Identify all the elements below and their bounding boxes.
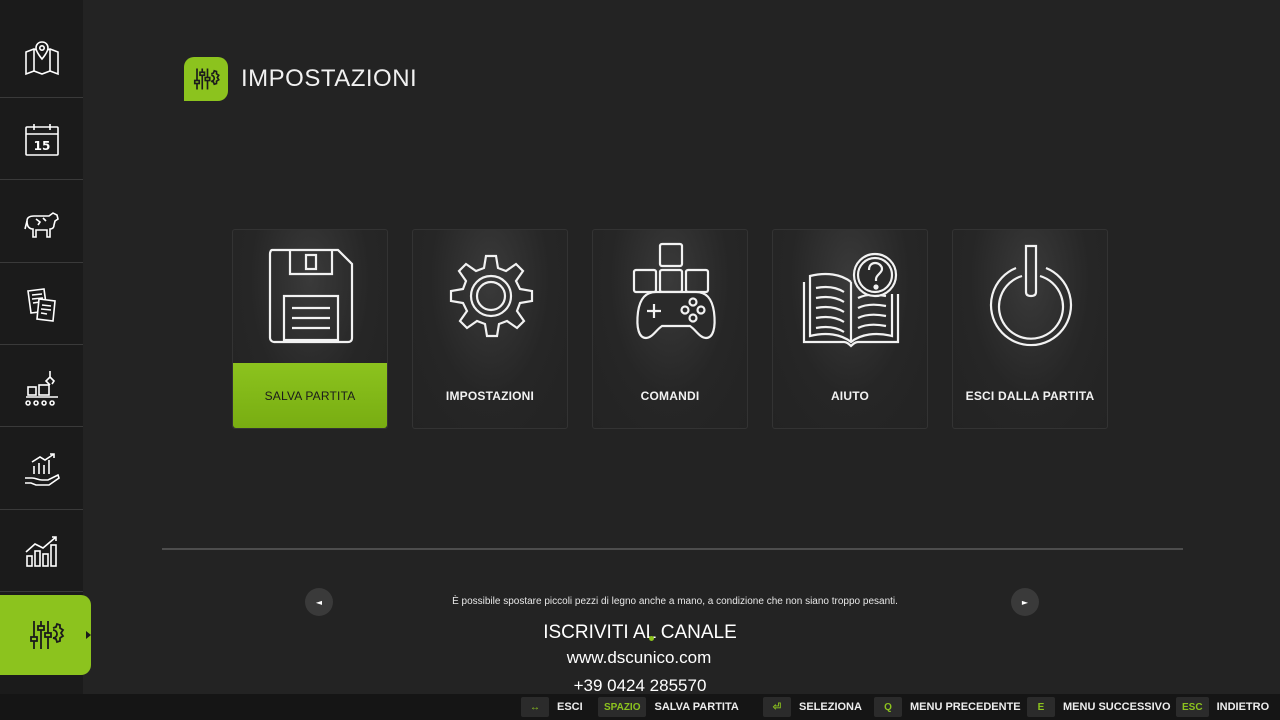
menu-card-controls[interactable]: COMANDI — [592, 229, 748, 429]
sidebar-item-statistics[interactable] — [0, 512, 83, 592]
map-pin-icon — [24, 40, 59, 75]
page-title: IMPOSTAZIONI — [241, 65, 418, 92]
overlay-phone-text: +39 0424 285570 — [573, 676, 707, 695]
key-badge: ↔ — [521, 697, 549, 717]
menu-card-save-game[interactable]: SALVA PARTITA — [232, 229, 388, 429]
settings-sliders-icon — [29, 621, 64, 649]
sidebar-item-finances[interactable] — [0, 430, 83, 510]
card-icon-wrap — [413, 242, 569, 352]
overlay-subscribe-text: ISCRIVITI AL CANALE — [543, 622, 737, 643]
active-indicator-arrow — [86, 631, 91, 639]
help-book-icon — [802, 252, 900, 348]
hint-label: MENU SUCCESSIVO — [1063, 701, 1171, 713]
sidebar-item-contracts[interactable] — [0, 265, 83, 345]
card-icon-wrap — [773, 242, 929, 352]
hint-label: ESCI — [557, 701, 583, 713]
hint-label: SELEZIONA — [799, 701, 862, 713]
overlay-website-text: www.dscunico.com — [566, 648, 712, 667]
floppy-disk-icon — [268, 248, 354, 344]
finance-hand-icon — [24, 452, 60, 486]
menu-card-label: COMANDI — [640, 388, 700, 403]
key-badge: Q — [874, 697, 902, 717]
card-icon-wrap — [593, 242, 749, 352]
tip-next-button[interactable]: ► — [1011, 588, 1039, 616]
menu-card-label: SALVA PARTITA — [233, 363, 387, 428]
gear-icon — [449, 254, 534, 338]
menu-card-label: AIUTO — [830, 388, 870, 403]
documents-icon — [26, 287, 56, 322]
sidebar-item-settings[interactable] — [0, 595, 91, 675]
key-badge: ESC — [1176, 697, 1209, 717]
menu-card-label: ESCI DALLA PARTITA — [965, 388, 1095, 403]
card-icon-wrap — [953, 242, 1109, 352]
sidebar-item-calendar[interactable]: 15 — [0, 100, 83, 180]
settings-sliders-icon — [193, 68, 220, 90]
hint-label: INDIETRO — [1216, 701, 1270, 713]
calendar-icon: 15 — [24, 123, 59, 156]
card-icon-wrap — [233, 242, 389, 352]
hint-next-menu[interactable]: E MENU SUCCESSIVO — [1027, 697, 1171, 717]
calendar-day: 15 — [33, 139, 50, 153]
hint-previous-menu[interactable]: Q MENU PRECEDENTE — [874, 697, 1021, 717]
menu-card-settings[interactable]: IMPOSTAZIONI — [412, 229, 568, 429]
header-logo — [184, 57, 228, 101]
menu-card-exit-game[interactable]: ESCI DALLA PARTITA — [952, 229, 1108, 429]
menu-card-help[interactable]: AIUTO — [772, 229, 928, 429]
key-badge: ⏎ — [763, 697, 791, 717]
statistics-icon — [24, 535, 57, 567]
key-badge: SPAZIO — [598, 697, 647, 717]
power-icon — [989, 244, 1073, 347]
tip-text: È possibile spostare piccoli pezzi di le… — [452, 596, 898, 607]
sidebar-item-animals[interactable] — [0, 183, 83, 263]
key-badge: E — [1027, 697, 1055, 717]
hint-label: SALVA PARTITA — [654, 701, 739, 713]
hint-label: MENU PRECEDENTE — [910, 701, 1021, 713]
sidebar-item-map[interactable] — [0, 18, 83, 98]
gamepad-icon — [632, 242, 716, 340]
hint-exit[interactable]: ↔ ESCI — [521, 697, 583, 717]
cow-icon — [23, 211, 59, 238]
sidebar-item-production[interactable] — [0, 347, 83, 427]
production-icon — [24, 370, 58, 406]
divider — [162, 548, 1183, 550]
hint-back[interactable]: ESC INDIETRO — [1176, 697, 1269, 717]
page-indicator-dot — [649, 636, 654, 641]
tip-prev-button[interactable]: ◄ — [305, 588, 333, 616]
page-header: IMPOSTAZIONI — [184, 57, 417, 101]
sidebar: 15 — [0, 0, 91, 694]
hint-select[interactable]: ⏎ SELEZIONA — [763, 697, 862, 717]
menu-card-label: IMPOSTAZIONI — [445, 388, 535, 403]
hint-save-game[interactable]: SPAZIO SALVA PARTITA — [598, 697, 739, 717]
